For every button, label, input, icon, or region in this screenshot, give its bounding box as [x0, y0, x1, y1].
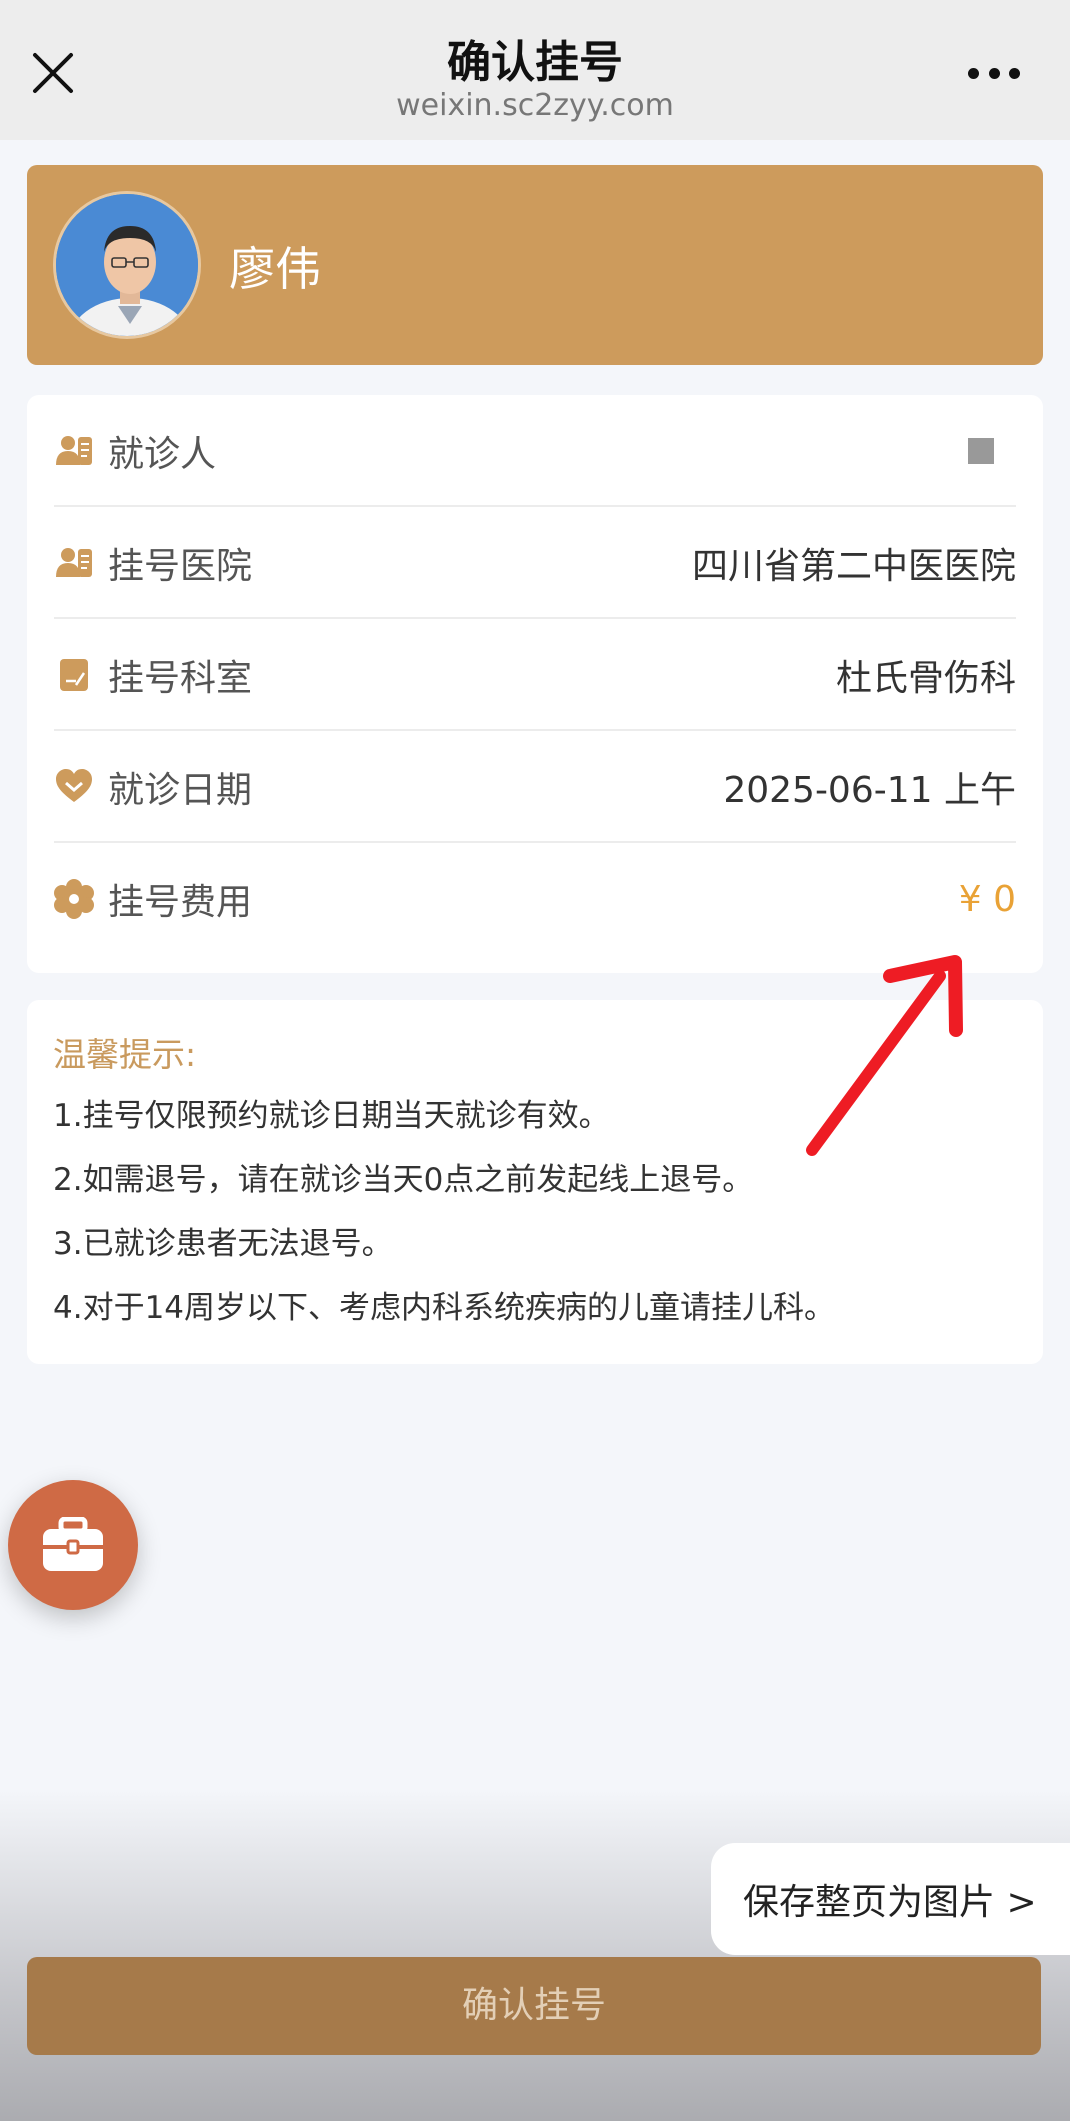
date-value: 2025-06-11 上午: [723, 770, 1016, 811]
navigation-bar: 确认挂号 weixin.sc2zyy.com: [0, 0, 1070, 140]
registration-info-card: 就诊人 挂号医院 四川省第二中医医院 挂号科室 杜氏骨伤科 就诊日期 2025-…: [27, 395, 1043, 973]
tip-item: 2.如需退号，请在就诊当天0点之前发起线上退号。: [53, 1162, 754, 1198]
document-edit-icon: [60, 659, 88, 691]
patient-card-icon: [56, 548, 92, 577]
patient-row[interactable]: 就诊人: [54, 395, 1016, 507]
briefcase-icon: [43, 1517, 103, 1571]
patient-value-placeholder: [968, 438, 994, 464]
hospital-label: 挂号医院: [108, 546, 253, 587]
date-row: 就诊日期 2025-06-11 上午: [54, 731, 1016, 843]
tip-item: 1.挂号仅限预约就诊日期当天就诊有效。: [53, 1098, 610, 1134]
department-label: 挂号科室: [108, 658, 253, 699]
bottom-overlay: [0, 1790, 1070, 2121]
hospital-row: 挂号医院 四川省第二中医医院: [54, 507, 1016, 619]
tip-item: 4.对于14周岁以下、考虑内科系统疾病的儿童请挂儿科。: [53, 1290, 836, 1326]
department-value: 杜氏骨伤科: [835, 658, 1016, 699]
save-page-as-image-button[interactable]: 保存整页为图片 >: [711, 1843, 1070, 1955]
patient-card-icon: [56, 436, 92, 465]
fee-value: ¥ 0: [958, 878, 1016, 920]
tips-title: 温馨提示:: [53, 1035, 197, 1074]
more-options-icon[interactable]: [968, 66, 1020, 80]
fee-row: 挂号费用 ¥ 0: [54, 843, 1016, 955]
department-row: 挂号科室 杜氏骨伤科: [54, 619, 1016, 731]
doctor-card: 廖伟: [27, 165, 1043, 365]
doctor-avatar: [53, 191, 201, 339]
heart-icon: [56, 769, 92, 802]
doctor-name: 廖伟: [229, 242, 321, 296]
toolbox-button[interactable]: [8, 1480, 138, 1610]
flower-gear-icon: [54, 879, 94, 919]
date-label: 就诊日期: [108, 770, 253, 811]
page-url: weixin.sc2zyy.com: [396, 88, 674, 123]
page-title: 确认挂号: [447, 37, 623, 88]
fee-label: 挂号费用: [108, 882, 253, 923]
confirm-registration-button[interactable]: 确认挂号: [27, 1957, 1041, 2055]
patient-label: 就诊人: [108, 434, 217, 475]
hospital-value: 四川省第二中医医院: [691, 546, 1016, 587]
red-arrow-icon: [806, 955, 963, 1156]
tip-item: 3.已就诊患者无法退号。: [53, 1226, 393, 1262]
